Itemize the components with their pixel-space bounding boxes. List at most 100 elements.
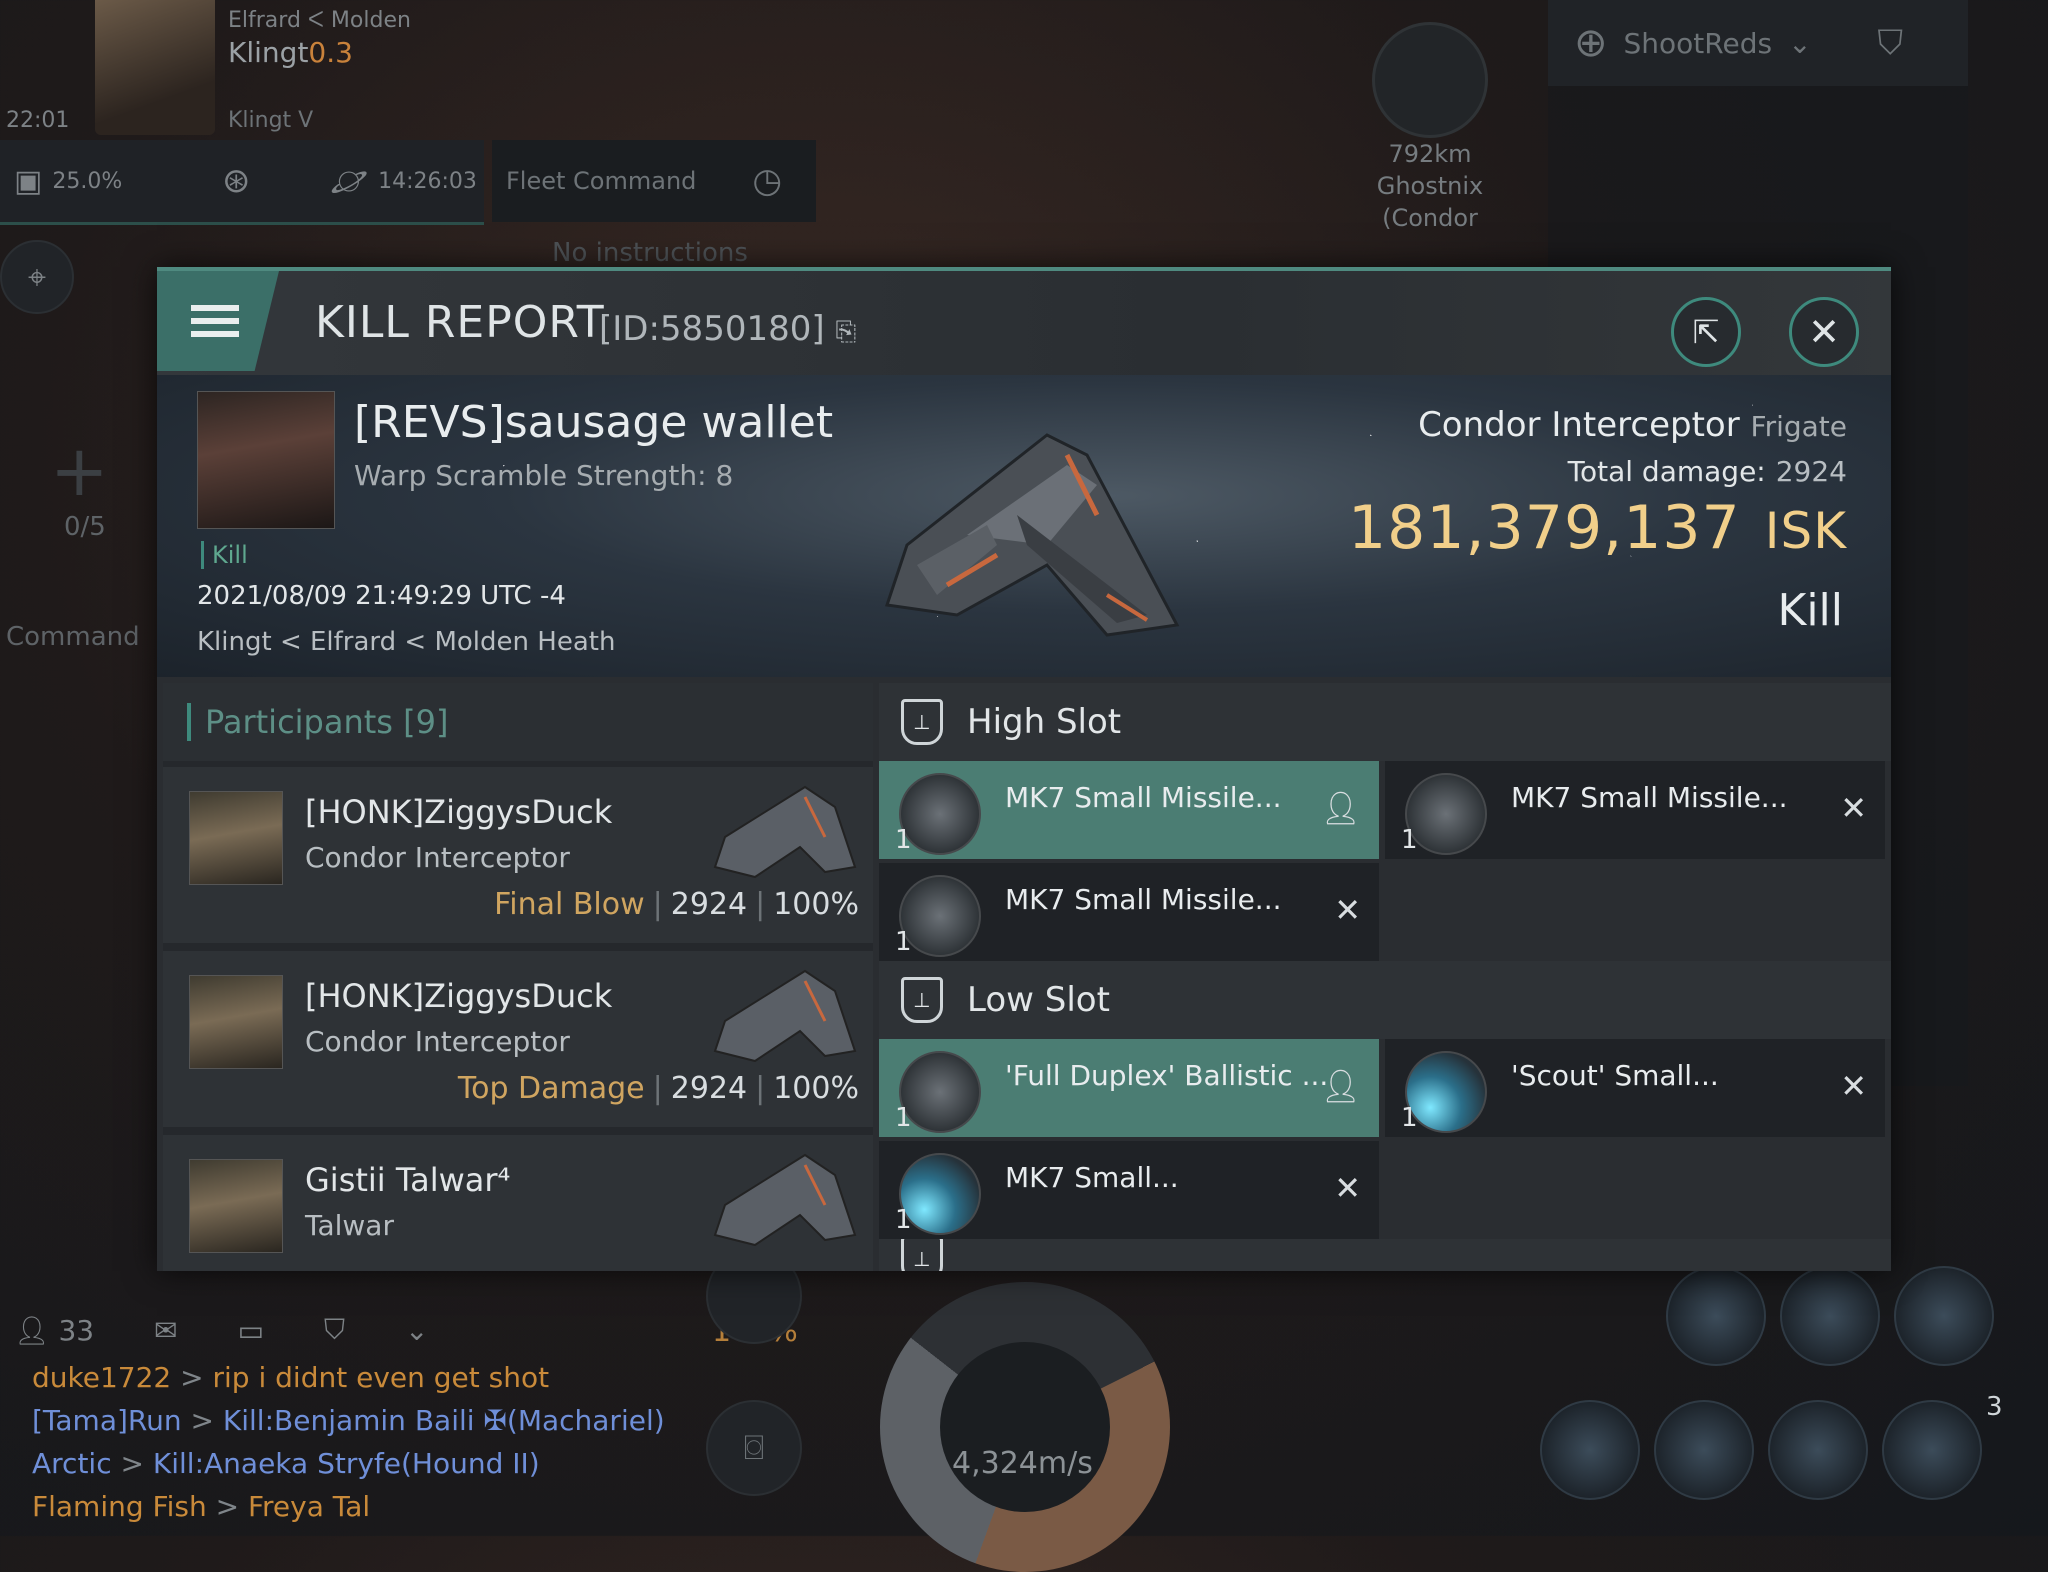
chat-sender[interactable]: Flaming Fish: [32, 1490, 207, 1523]
location-pin-icon: ⌖: [27, 258, 47, 296]
high-slot-header: ⊥ High Slot: [879, 683, 1891, 761]
dropped-icon: 👤︎: [1320, 1067, 1361, 1105]
destroyed-icon: ✕: [1334, 891, 1361, 929]
high-slot-module[interactable]: 1 MK7 Small Missile... 👤︎: [879, 761, 1379, 859]
camera-button[interactable]: ⌼: [706, 1400, 802, 1496]
pilot-portrait[interactable]: [95, 0, 215, 135]
low-slot-module[interactable]: 1 'Full Duplex' Ballistic ... 👤︎: [879, 1039, 1379, 1137]
chat-sender[interactable]: [Tama]Run: [32, 1404, 182, 1437]
mid-slot-icon: ⊥: [901, 1239, 943, 1271]
target-ship: (Condor: [1382, 204, 1478, 232]
participant-row[interactable]: [HONK]ZiggysDuck Condor Interceptor Top Da…: [163, 951, 873, 1127]
security-status: 0.3: [308, 36, 353, 69]
victim-name[interactable]: [REVS]sausage wallet: [354, 397, 833, 448]
planet-button[interactable]: 🪐︎ 14:26:03: [330, 140, 477, 222]
chat-line[interactable]: Arctic > Kill:Anaeka Stryfe(Hound II): [32, 1442, 665, 1485]
overview-header: ⊕ ShootReds ⌄ ⛉: [1548, 0, 1968, 86]
kill-date: 2021/08/09 21:49:29 UTC -4: [197, 581, 566, 611]
participant-portrait[interactable]: [189, 791, 283, 885]
module-slot-2[interactable]: [1780, 1266, 1880, 1366]
speed-dial[interactable]: [880, 1282, 1170, 1572]
module-slot-3[interactable]: [1894, 1266, 1994, 1366]
fitting-button[interactable]: ⊛: [222, 140, 251, 222]
chat-sender[interactable]: duke1722: [32, 1361, 171, 1394]
chat-text: Kill:Benjamin Baili ✠(Machariel): [222, 1404, 665, 1437]
stats-separator: |: [755, 887, 766, 922]
participant-name: [HONK]ZiggysDuck: [305, 977, 613, 1015]
stats-separator: |: [652, 887, 663, 922]
participant-row[interactable]: [HONK]ZiggysDuck Condor Interceptor Final …: [163, 767, 873, 943]
kill-location[interactable]: Klingt < Elfrard < Molden Heath: [197, 627, 615, 657]
participant-name: [HONK]ZiggysDuck: [305, 793, 613, 831]
participants-header[interactable]: Participants [9]: [163, 683, 873, 761]
isk-unit: ISK: [1764, 502, 1847, 560]
victim-ship-name: Condor Interceptor: [1418, 405, 1740, 445]
share-button[interactable]: ⇱: [1671, 297, 1741, 367]
chat-separator: >: [181, 1404, 223, 1437]
chat-filter-icon[interactable]: ⛉: [324, 1313, 345, 1347]
participant-role: Top Damage: [457, 1071, 645, 1106]
chat-text: Freya Tal: [247, 1490, 371, 1523]
module-slot-4[interactable]: [1540, 1400, 1640, 1500]
participant-name: Gistii Talwar⁴: [305, 1161, 511, 1199]
locked-target[interactable]: 792km Ghostnix (Condor: [1370, 22, 1490, 234]
module-slot-7[interactable]: [1882, 1400, 1982, 1500]
location-pin-button[interactable]: ⌖: [0, 240, 74, 314]
dropped-icon: 👤︎: [1320, 789, 1361, 827]
chat-collapse-icon[interactable]: ⌄: [405, 1314, 428, 1347]
members-control[interactable]: 👤︎ 33: [14, 1314, 94, 1347]
chat-line[interactable]: [Tama]Run > Kill:Benjamin Baili ✠(Machar…: [32, 1399, 665, 1442]
victim-portrait[interactable]: [197, 391, 335, 529]
isk-value: 181,379,137 ISK: [1348, 493, 1847, 563]
mail-icon[interactable]: ✉: [154, 1314, 177, 1347]
chat-line[interactable]: Flaming Fish > Freya Tal: [32, 1485, 665, 1528]
close-button[interactable]: ✕: [1789, 297, 1859, 367]
kill-report-header: KILL REPORT [ID:5850180] ⎘ ⇱ ✕: [157, 271, 1891, 375]
destroyed-icon: ✕: [1840, 789, 1867, 827]
planet-icon: 🪐︎: [330, 163, 369, 199]
overview-preset-select[interactable]: ShootReds: [1624, 27, 1773, 60]
module-quantity: 1: [895, 927, 912, 957]
menu-button[interactable]: [157, 271, 279, 371]
participant-portrait[interactable]: [189, 1159, 283, 1253]
high-slot-module[interactable]: 1 MK7 Small Missile... ✕: [879, 863, 1379, 961]
chat-line[interactable]: duke1722 > rip i didnt even get shot: [32, 1356, 665, 1399]
cargo-button[interactable]: ▣ 25.0%: [14, 140, 122, 222]
member-count: 33: [58, 1313, 95, 1347]
speed-readout: 4,324m/s: [952, 1446, 1093, 1481]
module-slot-5[interactable]: [1654, 1400, 1754, 1500]
isk-amount: 181,379,137: [1348, 493, 1741, 563]
module-slot-1[interactable]: [1666, 1266, 1766, 1366]
kill-result: Kill: [1777, 585, 1843, 636]
pilot-name[interactable]: Klingt0.3: [228, 36, 353, 69]
camera-icon: ⌼: [743, 1428, 765, 1468]
command-label[interactable]: Command: [6, 622, 140, 652]
module-name: MK7 Small Missile...: [1005, 883, 1282, 916]
chat-sender[interactable]: Arctic: [32, 1447, 112, 1480]
target-ship-icon: [1372, 22, 1488, 138]
low-slot-module[interactable]: 1 'Scout' Small... ✕: [1385, 1039, 1885, 1137]
module-quantity: 1: [1401, 1103, 1418, 1133]
module-name: 'Full Duplex' Ballistic ...: [1005, 1059, 1329, 1092]
copy-icon[interactable]: ⎘: [835, 317, 856, 347]
chevron-down-icon[interactable]: ⌄: [1788, 27, 1811, 60]
pilot-ship: Klingt V: [228, 108, 314, 133]
add-icon[interactable]: +: [50, 430, 109, 512]
fleet-command-panel[interactable]: Fleet Command ◷: [492, 140, 816, 222]
module-slot-6[interactable]: [1768, 1400, 1868, 1500]
high-slot-module[interactable]: 1 MK7 Small Missile... ✕: [1385, 761, 1885, 859]
kill-report-id-text: [ID:5850180]: [599, 309, 825, 349]
participant-ship: Talwar: [305, 1209, 394, 1242]
participant-row[interactable]: Gistii Talwar⁴ Talwar: [163, 1135, 873, 1271]
filter-icon[interactable]: ⛉: [1878, 23, 1904, 63]
victim-ship-image[interactable]: [847, 395, 1207, 655]
participant-role: Final Blow: [494, 887, 645, 922]
fitting-icon: ⊛: [222, 161, 251, 201]
total-damage-label: Total damage:: [1567, 455, 1766, 488]
close-icon: ✕: [1808, 310, 1840, 354]
victim-ship-type[interactable]: Condor Interceptor Frigate: [1418, 405, 1847, 445]
participant-portrait[interactable]: [189, 975, 283, 1069]
chat-icon[interactable]: ▭: [238, 1314, 264, 1347]
kill-report-id[interactable]: [ID:5850180] ⎘: [599, 309, 856, 349]
low-slot-module[interactable]: 1 MK7 Small... ✕: [879, 1141, 1379, 1239]
